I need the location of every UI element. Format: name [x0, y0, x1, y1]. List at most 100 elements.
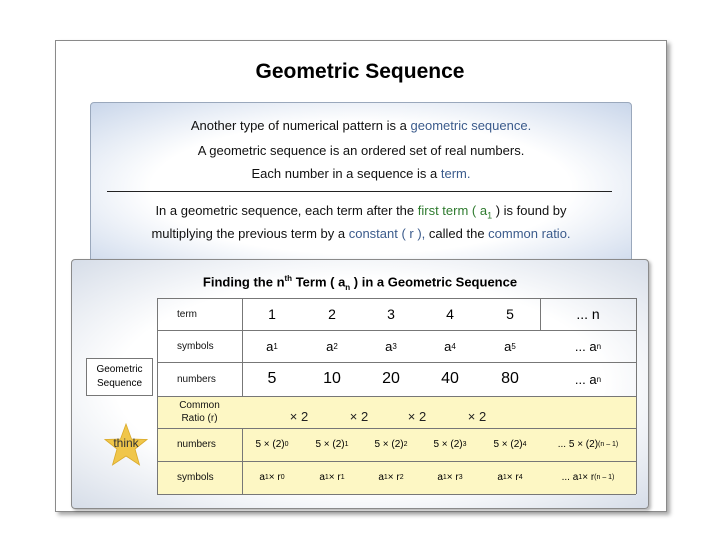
expr-times-r: × r: [268, 472, 281, 483]
row-label-numbers: numbers: [177, 373, 216, 385]
row-label-symbols2: symbols: [177, 472, 214, 483]
expr-base: 5 × (2): [255, 439, 285, 450]
number-value: ... a: [574, 371, 597, 387]
term-cell: 2: [328, 306, 336, 322]
expr-sup: 0: [284, 441, 289, 448]
divider: [107, 191, 612, 192]
number-value: 40: [441, 370, 459, 387]
symbol-cell: a4: [420, 330, 480, 362]
number-value: 20: [382, 370, 400, 387]
think-label: think: [113, 436, 139, 450]
term-cell: 1: [268, 306, 276, 322]
symbol-sub: 2: [333, 341, 338, 351]
ratio-mark: × 2: [349, 409, 369, 424]
expr-sup: 4: [522, 441, 527, 448]
number-expr-cell: 5 × (2) 0: [242, 428, 302, 461]
intro-text: In a geometric sequence, each term after…: [155, 203, 418, 218]
symbol-cell: a2: [302, 330, 362, 362]
expr-sup: 3: [458, 474, 463, 481]
symbol-expr-cell: ... a1 × r (n – 1): [540, 461, 636, 494]
expr-base: 5 × (2): [433, 439, 463, 450]
expr-times-r: × r: [446, 472, 459, 483]
table-title-text: ) in a Geometric Sequence: [350, 274, 518, 290]
intro-line-1: Another type of numerical pattern is a g…: [90, 118, 632, 133]
symbol-cell: a3: [362, 330, 420, 362]
symbol-sub: n: [596, 341, 602, 351]
symbol-base: a: [444, 338, 452, 354]
expr-sup: 4: [518, 474, 523, 481]
symbol-cell: ... an: [540, 330, 636, 362]
expr-sup: 2: [403, 441, 408, 448]
intro-line-4: In a geometric sequence, each term after…: [90, 203, 632, 221]
symbol-cell: a5: [480, 330, 540, 362]
number-expr-cell: 5 × (2) 2: [362, 428, 420, 461]
row-label-term: term: [177, 308, 197, 320]
number-expr-cell: 5 × (2) 4: [480, 428, 540, 461]
number-cell: 10: [302, 362, 362, 396]
table-title-text: Term ( a: [292, 274, 346, 290]
number-cell: 80: [480, 362, 540, 396]
row-label-symbols: symbols: [177, 340, 214, 352]
number-sub: n: [596, 374, 602, 384]
number-cell: 20: [362, 362, 420, 396]
term-common-ratio: common ratio.: [488, 226, 571, 241]
symbol-sub: 5: [511, 341, 516, 351]
ratio-mark: × 2: [407, 409, 427, 424]
number-cell: 40: [420, 362, 480, 396]
intro-text: called the: [425, 226, 489, 241]
symbol-base: ... a: [574, 338, 597, 354]
expr-sup: 2: [399, 474, 404, 481]
term-constant: constant ( r ),: [348, 226, 426, 241]
symbol-sub: 1: [273, 341, 278, 351]
table-rule: [636, 298, 637, 494]
symbol-base: a: [385, 338, 393, 354]
symbol-base: a: [504, 338, 512, 354]
ratio-mark: × 2: [289, 409, 309, 424]
number-value: 10: [323, 370, 341, 387]
expr-base: 5 × (2): [315, 439, 345, 450]
expr-times-r: × r: [506, 472, 519, 483]
symbol-base: a: [266, 338, 274, 354]
number-cell: ... an: [540, 362, 636, 396]
symbol-expr-cell: a1 × r0: [242, 461, 302, 494]
row-label-ratio: Common Ratio (r): [179, 400, 220, 424]
symbol-base: a: [326, 338, 334, 354]
table-rule: [157, 494, 636, 495]
number-expr-cell: 5 × (2) 3: [420, 428, 480, 461]
expr-base: ... 5 × (2): [557, 439, 599, 450]
number-expr-cell: 5 × (2) 1: [302, 428, 362, 461]
intro-line-5: multiplying the previous term by a const…: [90, 226, 632, 241]
number-cell: 5: [242, 362, 302, 396]
term-cell: 3: [387, 306, 395, 322]
symbol-expr-cell: a1 × r3: [420, 461, 480, 494]
term-term: term.: [440, 166, 471, 181]
geometric-sequence-label: Geometric Sequence: [86, 358, 153, 396]
term-cell: 5: [506, 306, 514, 322]
expr-sup: 0: [280, 474, 285, 481]
symbol-expr-cell: a1 × r1: [302, 461, 362, 494]
table-title-text: Finding the n: [202, 274, 285, 290]
symbol-expr-cell: a1 × r2: [362, 461, 420, 494]
expr-base: 5 × (2): [374, 439, 404, 450]
intro-line-3: Each number in a sequence is a term.: [90, 166, 632, 181]
number-value: 80: [501, 370, 519, 387]
table-title-sup: th: [284, 274, 293, 283]
intro-text: Another type of numerical pattern is a: [190, 118, 411, 133]
table-title: Finding the nth Term ( an ) in a Geometr…: [71, 274, 649, 292]
expr-a: ... a: [561, 472, 579, 483]
term-cell: 4: [446, 306, 454, 322]
term-first-term: first term ( a1: [418, 203, 492, 221]
ratio-mark: × 2: [467, 409, 487, 424]
symbol-cell: a1: [242, 330, 302, 362]
symbol-sub: 4: [451, 341, 456, 351]
expr-times-r: × r: [328, 472, 341, 483]
intro-text: Each number in a sequence is a: [251, 166, 441, 181]
page-title: Geometric Sequence: [255, 60, 465, 83]
number-value: 5: [267, 370, 277, 387]
number-expr-cell: ... 5 × (2) (n – 1): [540, 428, 636, 461]
expr-sup: 3: [462, 441, 467, 448]
expr-sup: 1: [344, 441, 349, 448]
expr-base: 5 × (2): [493, 439, 523, 450]
expr-sup: (n – 1): [594, 474, 615, 481]
symbol-sub: 3: [392, 341, 397, 351]
